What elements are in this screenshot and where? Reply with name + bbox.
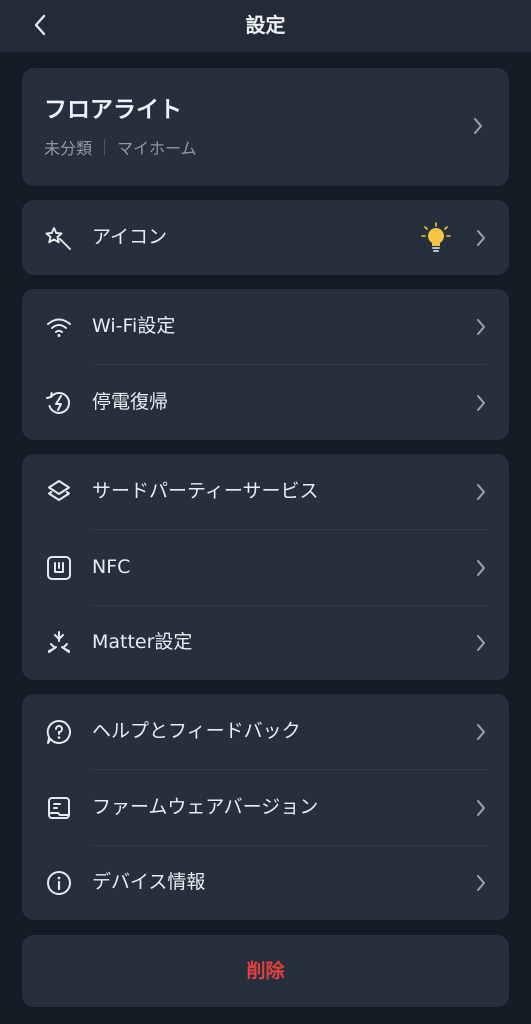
magic-wand-icon <box>44 223 74 253</box>
matter-icon <box>44 628 74 658</box>
delete-button[interactable]: 削除 <box>22 935 509 1007</box>
icon-setting-label: アイコン <box>92 226 168 248</box>
icon-setting-card: アイコン <box>22 200 509 275</box>
chevron-right-icon <box>473 722 489 742</box>
wifi-settings-row[interactable]: Wi-Fi設定 <box>22 289 509 364</box>
device-info-row[interactable]: デバイス情報 <box>22 845 509 920</box>
chevron-right-icon <box>473 558 489 578</box>
icon-setting-row[interactable]: アイコン <box>22 200 509 275</box>
third-party-services-label: サードパーティーサービス <box>92 480 319 502</box>
help-icon <box>44 717 74 747</box>
device-location: 未分類 マイホーム <box>44 135 197 159</box>
divider <box>104 139 106 155</box>
matter-settings-label: Matter設定 <box>92 631 193 653</box>
chevron-right-icon <box>473 228 489 248</box>
info-icon <box>44 868 74 898</box>
device-name-card[interactable]: フロアライト 未分類 マイホーム <box>22 68 509 186</box>
device-home: マイホーム <box>117 139 197 158</box>
help-feedback-row[interactable]: ヘルプとフィードバック <box>22 694 509 769</box>
chevron-right-icon <box>473 317 489 337</box>
firmware-version-label: ファームウェアバージョン <box>92 796 319 818</box>
integration-card: サードパーティーサービス NFC Matter設定 <box>22 454 509 680</box>
device-name: フロアライト <box>44 97 182 123</box>
firmware-icon <box>44 793 74 823</box>
chevron-right-icon <box>473 633 489 653</box>
layers-icon <box>44 477 74 507</box>
wifi-icon <box>44 312 74 342</box>
nfc-row[interactable]: NFC <box>22 530 509 605</box>
firmware-version-row[interactable]: ファームウェアバージョン <box>22 770 509 845</box>
lightbulb-icon <box>421 221 451 254</box>
help-feedback-label: ヘルプとフィードバック <box>92 720 301 742</box>
chevron-right-icon <box>473 873 489 893</box>
top-bar: 設定 <box>0 0 531 52</box>
chevron-right-icon <box>473 393 489 413</box>
power-restore-row[interactable]: 停電復帰 <box>22 365 509 440</box>
device-category: 未分類 <box>44 139 93 158</box>
power-restore-label: 停電復帰 <box>92 391 169 413</box>
delete-label: 削除 <box>246 960 285 982</box>
power-restore-icon <box>44 388 74 418</box>
chevron-right-icon <box>473 117 489 137</box>
device-info-label: デバイス情報 <box>92 871 206 893</box>
nfc-label: NFC <box>92 556 131 578</box>
nfc-icon <box>44 553 74 583</box>
chevron-right-icon <box>473 482 489 502</box>
page-title: 設定 <box>245 13 286 37</box>
third-party-services-row[interactable]: サードパーティーサービス <box>22 454 509 529</box>
network-settings-card: Wi-Fi設定 停電復帰 <box>22 289 509 440</box>
chevron-right-icon <box>473 798 489 818</box>
matter-settings-row[interactable]: Matter設定 <box>22 605 509 680</box>
wifi-settings-label: Wi-Fi設定 <box>92 315 176 337</box>
support-card: ヘルプとフィードバック ファームウェアバージョン デバイス情報 <box>22 694 509 920</box>
